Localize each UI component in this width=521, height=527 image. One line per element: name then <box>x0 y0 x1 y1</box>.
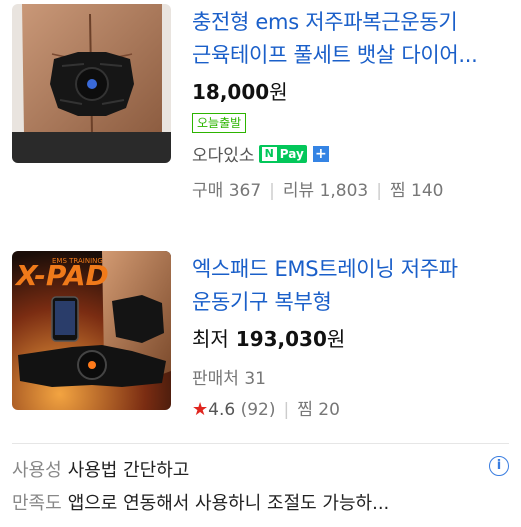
rating-count: (92) <box>240 400 276 420</box>
divider <box>12 443 509 444</box>
price-unit: 원 <box>326 327 346 351</box>
review-label: 리뷰 <box>282 181 315 201</box>
review-line-2: 만족도 앱으로 연동해서 사용하니 조절도 가능하... <box>12 489 509 515</box>
rating-value: 4.6 <box>208 400 236 420</box>
sellers-row[interactable]: 판매처 31 <box>192 364 513 389</box>
price: 최저 193,030원 <box>192 323 513 352</box>
npay-n: N <box>261 146 277 161</box>
product-thumbnail[interactable]: X-PAD EMS TRAINING <box>12 251 171 410</box>
info-icon[interactable]: i <box>489 456 509 476</box>
npay-icon: N Pay <box>258 144 307 163</box>
sellers-label: 판매처 <box>192 369 239 389</box>
wish-label: 찜 <box>297 400 313 420</box>
star-icon: ★ <box>192 399 209 420</box>
review-text: 사용법 간단하고 <box>67 460 190 481</box>
brand-sub: EMS TRAINING <box>52 257 103 265</box>
rating-row: ★4.6 (92) | 찜 20 <box>192 399 340 420</box>
review-key: 사용성 <box>12 460 62 481</box>
npay-text: Pay <box>279 146 304 161</box>
seller-row: 오다있소 N Pay + <box>192 141 513 166</box>
product-title-line2[interactable]: 운동기구 복부형 <box>192 286 513 319</box>
purchase-label: 구매 <box>192 181 224 201</box>
product-stats: 구매 367 | 리뷰 1,803 | 찜 140 <box>192 181 444 201</box>
review-key: 만족도 <box>12 493 62 514</box>
product-title-line2[interactable]: 근육테이프 풀세트 뱃살 다이어... <box>192 39 513 72</box>
product-thumbnail[interactable] <box>12 4 171 163</box>
shipping-badge: 오늘출발 <box>192 113 247 133</box>
wish-count: 20 <box>318 400 340 420</box>
review-line-1: 사용성 사용법 간단하고 <box>12 456 509 482</box>
plus-icon: + <box>312 145 329 162</box>
product-title-line1[interactable]: 엑스패드 EMS트레이닝 저주파 <box>192 253 513 286</box>
purchase-count: 367 <box>228 181 262 201</box>
price-number: 193,030 <box>235 327 327 351</box>
review-text: 앱으로 연동해서 사용하니 조절도 가능하... <box>67 493 390 514</box>
price-number: 18,000 <box>192 80 270 104</box>
price: 18,000원 <box>192 76 513 105</box>
wish-label: 찜 <box>389 181 406 201</box>
price-unit: 원 <box>269 80 288 104</box>
product-title-line1[interactable]: 충전형 ems 저주파복근운동기 <box>192 6 513 39</box>
price-prefix: 최저 <box>192 327 229 351</box>
seller-name[interactable]: 오다있소 <box>192 141 255 166</box>
wish-count: 140 <box>411 181 444 201</box>
sellers-count: 31 <box>244 369 266 389</box>
review-count: 1,803 <box>319 181 369 201</box>
